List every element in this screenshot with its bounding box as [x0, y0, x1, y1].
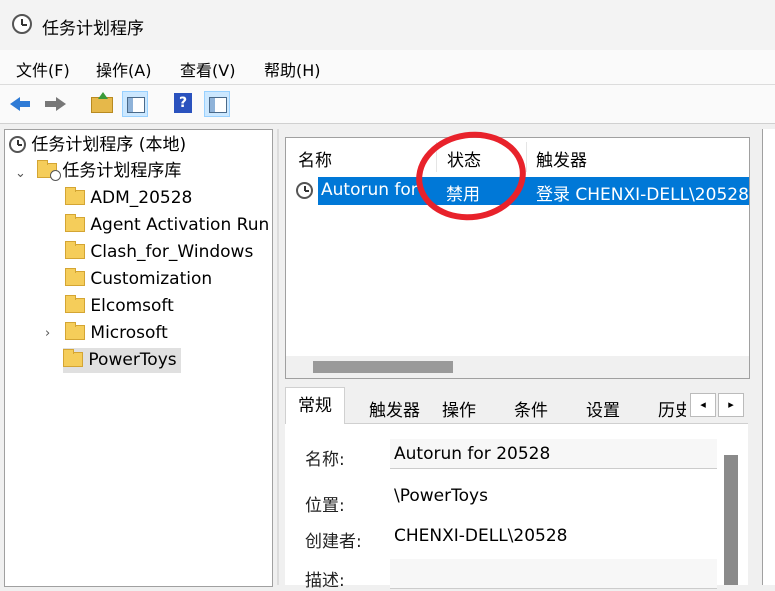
window-title: 任务计划程序: [42, 19, 144, 39]
task-trigger-cell: 登录 CHENXI-DELL\20528: [536, 185, 749, 205]
task-author-value: CHENXI-DELL\20528: [394, 526, 568, 546]
clock-icon: [9, 136, 26, 153]
column-header-trigger[interactable]: 触发器: [536, 146, 587, 171]
tree-item-label: Microsoft: [90, 323, 168, 343]
tree-item-label: PowerToys: [88, 350, 177, 370]
scrollbar-thumb[interactable]: [724, 455, 738, 585]
tree-item-folder[interactable]: Customization: [65, 267, 212, 292]
tree-item-folder[interactable]: Elcomsoft: [65, 294, 174, 319]
actions-pane-edge: [762, 129, 775, 585]
tab-settings[interactable]: 设置: [586, 396, 620, 421]
menu-bar: 文件(F) 操作(A) 查看(V) 帮助(H): [0, 50, 775, 85]
forward-button[interactable]: [42, 91, 68, 117]
task-scheduler-clock-icon: [12, 14, 32, 34]
horizontal-scrollbar[interactable]: [286, 356, 749, 378]
scrollbar-thumb[interactable]: [313, 361, 453, 373]
menu-action[interactable]: 操作(A): [96, 57, 151, 81]
tab-actions[interactable]: 操作: [442, 396, 476, 421]
task-location-value: \PowerToys: [394, 486, 488, 506]
tab-scroll-left-icon[interactable]: ◂: [690, 393, 716, 417]
menu-file[interactable]: 文件(F): [16, 57, 70, 81]
back-button[interactable]: [8, 91, 34, 117]
folder-icon: [65, 241, 85, 259]
properties-pane: 常规 触发器 操作 条件 设置 历史 ◂ ▸ 名称: Autorun for 2…: [285, 387, 748, 591]
field-label-description: 描述:: [305, 571, 345, 591]
folder-clock-icon: [37, 160, 61, 181]
task-clock-icon: [296, 182, 313, 199]
folder-icon: [65, 187, 85, 205]
tree-item-library[interactable]: 任务计划程序库: [37, 159, 181, 184]
console-tree[interactable]: 任务计划程序 (本地) ⌄ 任务计划程序库 ADM_20528 Agent Ac…: [4, 129, 273, 587]
tree-item-label: Clash_for_Windows: [90, 242, 254, 262]
tree-item-label: ADM_20528: [90, 188, 193, 208]
folder-icon: [65, 214, 85, 232]
column-header-name[interactable]: 名称: [298, 146, 332, 171]
tree-item-label: 任务计划程序库: [62, 161, 182, 181]
forward-icon: [56, 97, 66, 111]
title-bar: 任务计划程序: [0, 0, 775, 50]
help-icon: ?: [174, 93, 192, 113]
tab-conditions[interactable]: 条件: [514, 396, 548, 421]
up-folder-button[interactable]: [88, 91, 114, 117]
tab-general[interactable]: 常规: [285, 387, 345, 424]
help-button[interactable]: ?: [170, 91, 196, 117]
tree-item-folder[interactable]: Microsoft: [65, 321, 168, 346]
toolbar: ?: [0, 85, 775, 124]
field-label-location: 位置:: [305, 496, 345, 516]
folder-icon: [65, 322, 85, 340]
tree-item-label: Elcomsoft: [90, 296, 174, 316]
tree-item-root[interactable]: 任务计划程序 (本地): [9, 133, 186, 158]
menu-view[interactable]: 查看(V): [180, 57, 235, 81]
field-label-name: 名称:: [305, 450, 345, 470]
pane-splitter[interactable]: [277, 129, 279, 585]
tree-item-folder[interactable]: ADM_20528: [65, 186, 192, 211]
task-name-field[interactable]: Autorun for 20528: [390, 439, 717, 469]
show-hide-console-tree-button[interactable]: [122, 91, 148, 117]
chevron-right-icon[interactable]: ›: [45, 326, 50, 341]
tree-item-selected[interactable]: PowerToys: [63, 348, 181, 373]
folder-icon: [65, 268, 85, 286]
folder-icon: [65, 295, 85, 313]
vertical-scrollbar[interactable]: [724, 455, 738, 585]
tree-item-label: Customization: [90, 269, 213, 289]
property-tabs: 常规 触发器 操作 条件 设置 历史 ◂ ▸: [285, 387, 748, 424]
chevron-down-icon[interactable]: ⌄: [15, 166, 26, 181]
tree-item-folder[interactable]: Agent Activation Run: [65, 213, 269, 238]
action-pane-icon: [209, 97, 227, 113]
tree-item-label: Agent Activation Run: [90, 215, 270, 235]
tree-item-label: 任务计划程序 (本地): [31, 135, 187, 155]
task-name-cell: Autorun for: [321, 180, 418, 200]
tab-scroll-right-icon[interactable]: ▸: [718, 393, 744, 417]
up-folder-icon: [91, 92, 113, 113]
folder-icon: [63, 349, 83, 367]
tree-item-folder[interactable]: Clash_for_Windows: [65, 240, 253, 265]
console-tree-icon: [127, 97, 145, 113]
menu-help[interactable]: 帮助(H): [264, 57, 321, 81]
tab-history[interactable]: 历史: [658, 396, 686, 421]
tab-triggers[interactable]: 触发器: [369, 396, 420, 421]
field-label-author: 创建者:: [305, 532, 362, 552]
show-hide-action-pane-button[interactable]: [204, 91, 230, 117]
